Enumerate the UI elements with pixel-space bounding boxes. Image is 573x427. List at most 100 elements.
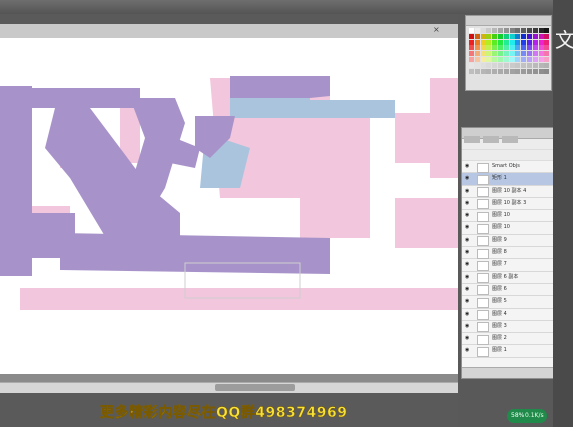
swatch-cell[interactable] bbox=[538, 51, 544, 57]
horizontal-scrollbar[interactable] bbox=[0, 382, 458, 393]
swatch-cell[interactable] bbox=[527, 68, 532, 74]
swatch-cell[interactable] bbox=[486, 33, 492, 39]
swatch-cell[interactable] bbox=[480, 39, 486, 45]
swatch-cell[interactable] bbox=[498, 28, 503, 33]
swatch-cell[interactable] bbox=[498, 45, 503, 51]
swatch-cell[interactable] bbox=[492, 51, 498, 57]
swatch-cell[interactable] bbox=[474, 33, 480, 39]
swatch-cell[interactable] bbox=[521, 68, 527, 74]
swatch-cell[interactable] bbox=[469, 62, 474, 68]
layer-row[interactable]: ◉ 图层 5 bbox=[462, 296, 557, 309]
swatch-cell[interactable] bbox=[532, 39, 538, 45]
swatch-cell[interactable] bbox=[503, 62, 509, 68]
swatch-cell[interactable] bbox=[515, 39, 521, 45]
swatch-cell[interactable] bbox=[492, 39, 498, 45]
swatch-cell[interactable] bbox=[509, 57, 515, 62]
layer-row[interactable]: ◉ Smart Objs bbox=[462, 161, 557, 174]
swatch-cell[interactable] bbox=[469, 45, 474, 51]
eye-icon[interactable]: ◉ bbox=[465, 161, 471, 172]
swatch-cell[interactable] bbox=[469, 57, 474, 62]
swatch-cell[interactable] bbox=[474, 62, 480, 68]
swatch-cell[interactable] bbox=[469, 33, 474, 39]
layer-row[interactable]: ◉ 图层 1 bbox=[462, 345, 557, 358]
eye-icon[interactable]: ◉ bbox=[465, 284, 471, 295]
eye-icon[interactable]: ◉ bbox=[465, 309, 471, 320]
swatch-cell[interactable] bbox=[469, 39, 474, 45]
swatch-cell[interactable] bbox=[509, 45, 515, 51]
swatch-cell[interactable] bbox=[527, 62, 532, 68]
swatch-cell[interactable] bbox=[544, 57, 550, 62]
swatch-cell[interactable] bbox=[544, 39, 550, 45]
swatch-cell[interactable] bbox=[544, 45, 550, 51]
swatch-cell[interactable] bbox=[532, 45, 538, 51]
swatch-cell[interactable] bbox=[503, 45, 509, 51]
swatch-cell[interactable] bbox=[509, 33, 515, 39]
swatch-cell[interactable] bbox=[498, 33, 503, 39]
swatch-cell[interactable] bbox=[480, 45, 486, 51]
swatch-cell[interactable] bbox=[503, 68, 509, 74]
swatch-cell[interactable] bbox=[509, 28, 515, 33]
swatch-cell[interactable] bbox=[498, 68, 503, 74]
eye-icon[interactable]: ◉ bbox=[465, 272, 471, 283]
swatch-cell[interactable] bbox=[498, 39, 503, 45]
eye-icon[interactable]: ◉ bbox=[465, 321, 471, 332]
swatch-cell[interactable] bbox=[486, 57, 492, 62]
swatch-cell[interactable] bbox=[492, 68, 498, 74]
close-icon[interactable]: × bbox=[433, 25, 440, 34]
swatch-cell[interactable] bbox=[527, 51, 532, 57]
swatch-cell[interactable] bbox=[532, 51, 538, 57]
swatch-cell[interactable] bbox=[538, 28, 544, 33]
swatch-cell[interactable] bbox=[498, 51, 503, 57]
swatch-cell[interactable] bbox=[538, 39, 544, 45]
layer-row[interactable]: ◉ 图层 7 bbox=[462, 259, 557, 272]
eye-icon[interactable]: ◉ bbox=[465, 259, 471, 270]
swatch-cell[interactable] bbox=[509, 51, 515, 57]
swatch-cell[interactable] bbox=[474, 28, 480, 33]
swatch-cell[interactable] bbox=[474, 39, 480, 45]
swatch-cell[interactable] bbox=[480, 28, 486, 33]
swatch-cell[interactable] bbox=[538, 33, 544, 39]
layer-row[interactable]: ◉ 图层 10 bbox=[462, 222, 557, 235]
eye-icon[interactable]: ◉ bbox=[465, 186, 471, 197]
swatch-cell[interactable] bbox=[503, 39, 509, 45]
document-tab[interactable]: × bbox=[0, 24, 458, 39]
swatch-cell[interactable] bbox=[498, 57, 503, 62]
swatch-cell[interactable] bbox=[503, 51, 509, 57]
swatch-cell[interactable] bbox=[521, 57, 527, 62]
swatch-cell[interactable] bbox=[492, 45, 498, 51]
eye-icon[interactable]: ◉ bbox=[465, 235, 471, 246]
swatch-cell[interactable] bbox=[527, 57, 532, 62]
swatch-cell[interactable] bbox=[492, 62, 498, 68]
swatch-cell[interactable] bbox=[486, 51, 492, 57]
layer-row[interactable]: ◉ 图层 9 bbox=[462, 235, 557, 248]
swatch-cell[interactable] bbox=[474, 57, 480, 62]
swatch-cell[interactable] bbox=[515, 45, 521, 51]
eye-icon[interactable]: ◉ bbox=[465, 333, 471, 344]
swatch-cell[interactable] bbox=[532, 57, 538, 62]
swatch-cell[interactable] bbox=[469, 51, 474, 57]
swatch-cell[interactable] bbox=[544, 68, 550, 74]
swatch-cell[interactable] bbox=[538, 57, 544, 62]
layer-row[interactable]: ◉ 图层 2 bbox=[462, 333, 557, 346]
layer-row[interactable]: ◉ 图层 10 副本 3 bbox=[462, 198, 557, 211]
swatch-cell[interactable] bbox=[538, 68, 544, 74]
swatch-cell[interactable] bbox=[527, 39, 532, 45]
swatch-cell[interactable] bbox=[532, 33, 538, 39]
eye-icon[interactable]: ◉ bbox=[465, 345, 471, 356]
swatch-cell[interactable] bbox=[544, 28, 550, 33]
eye-icon[interactable]: ◉ bbox=[465, 222, 471, 233]
swatch-cell[interactable] bbox=[538, 62, 544, 68]
swatch-cell[interactable] bbox=[492, 28, 498, 33]
eye-icon[interactable]: ◉ bbox=[465, 210, 471, 221]
eye-icon[interactable]: ◉ bbox=[465, 173, 471, 184]
swatch-cell[interactable] bbox=[480, 57, 486, 62]
layer-row[interactable]: ◉ 图层 6 bbox=[462, 284, 557, 297]
swatch-cell[interactable] bbox=[486, 45, 492, 51]
swatch-cell[interactable] bbox=[515, 68, 521, 74]
swatch-cell[interactable] bbox=[503, 33, 509, 39]
swatch-cell[interactable] bbox=[474, 68, 480, 74]
eye-icon[interactable]: ◉ bbox=[465, 247, 471, 258]
swatch-cell[interactable] bbox=[527, 28, 532, 33]
swatch-cell[interactable] bbox=[521, 39, 527, 45]
layer-row[interactable]: ◉ 矩形 1 bbox=[462, 173, 557, 186]
